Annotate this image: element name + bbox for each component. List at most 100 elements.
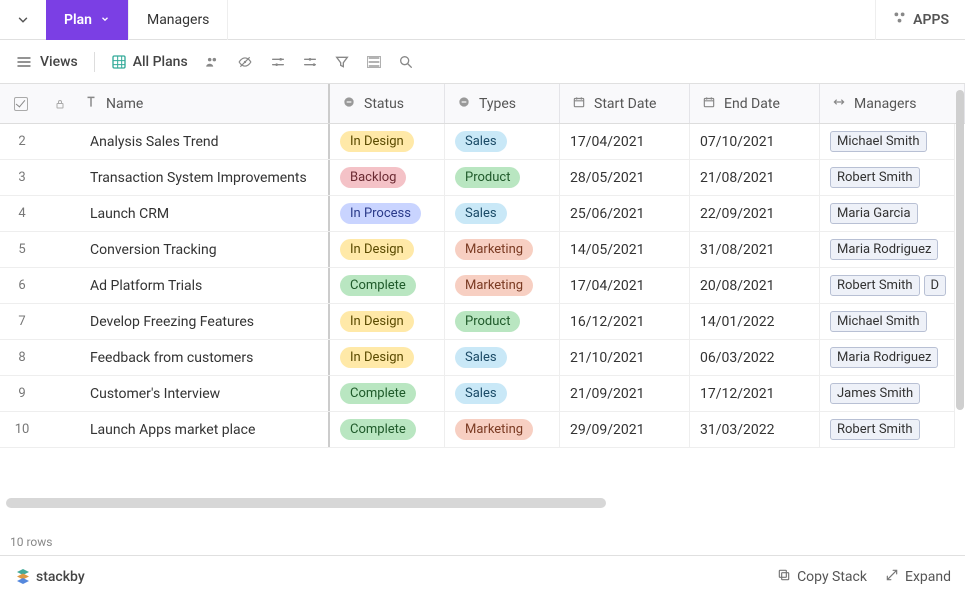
cell-name[interactable]: Develop Freezing Features xyxy=(80,314,328,330)
cell-managers[interactable]: James Smith xyxy=(820,376,955,411)
cell-startdate[interactable]: 25/06/2021 xyxy=(560,196,690,231)
expand-button[interactable]: Expand xyxy=(885,568,951,586)
cell-startdate[interactable]: 21/10/2021 xyxy=(560,340,690,375)
cell-status[interactable]: In Design xyxy=(330,124,445,159)
sliders-icon[interactable] xyxy=(270,54,286,70)
header-name[interactable]: Name xyxy=(106,96,143,112)
cell-enddate[interactable]: 06/03/2022 xyxy=(690,340,820,375)
cell-name[interactable]: Feedback from customers xyxy=(80,350,328,366)
manager-tag[interactable]: Robert Smith xyxy=(830,167,920,188)
manager-tag[interactable]: D xyxy=(924,275,947,296)
eye-off-icon[interactable] xyxy=(236,55,254,69)
people-icon[interactable] xyxy=(204,55,220,69)
manager-tag[interactable]: Maria Rodriguez xyxy=(830,239,938,260)
cell-managers[interactable]: Michael Smith xyxy=(820,304,955,339)
header-startdate[interactable]: Start Date xyxy=(560,84,690,123)
header-managers[interactable]: Managers xyxy=(820,84,965,123)
collapse-chevron[interactable] xyxy=(0,13,46,27)
table-row[interactable]: 2Analysis Sales TrendIn DesignSales17/04… xyxy=(0,124,955,160)
horizontal-scrollbar[interactable] xyxy=(6,498,606,508)
manager-tag[interactable]: Michael Smith xyxy=(830,311,927,332)
cell-startdate[interactable]: 14/05/2021 xyxy=(560,232,690,267)
table-row[interactable]: 4Launch CRMIn ProcessSales25/06/202122/0… xyxy=(0,196,955,232)
tab-managers[interactable]: Managers xyxy=(129,0,228,40)
cell-status[interactable]: Complete xyxy=(330,376,445,411)
manager-tag[interactable]: Robert Smith xyxy=(830,275,920,296)
cell-managers[interactable]: Maria Rodriguez xyxy=(820,232,955,267)
views-button[interactable]: Views xyxy=(16,54,78,70)
cell-type[interactable]: Sales xyxy=(445,196,560,231)
cell-name[interactable]: Conversion Tracking xyxy=(80,242,328,258)
cell-managers[interactable]: Maria Rodriguez xyxy=(820,340,955,375)
cell-name[interactable]: Analysis Sales Trend xyxy=(80,134,328,150)
cell-managers[interactable]: Michael Smith xyxy=(820,124,955,159)
cell-status[interactable]: In Design xyxy=(330,340,445,375)
header-types[interactable]: Types xyxy=(445,84,560,123)
brand-logo[interactable]: stackby xyxy=(14,566,85,588)
selectall-checkbox[interactable] xyxy=(0,97,43,111)
cell-managers[interactable]: Maria Garcia xyxy=(820,196,955,231)
cell-type[interactable]: Sales xyxy=(445,376,560,411)
manager-tag[interactable]: Maria Rodriguez xyxy=(830,347,938,368)
manager-tag[interactable]: James Smith xyxy=(830,383,920,404)
header-status[interactable]: Status xyxy=(330,84,445,123)
allplans-label: All Plans xyxy=(133,54,188,70)
cell-managers[interactable]: Robert Smith xyxy=(820,412,955,447)
cell-type[interactable]: Product xyxy=(445,160,560,195)
table-row[interactable]: 8Feedback from customersIn DesignSales21… xyxy=(0,340,955,376)
manager-tag[interactable]: Robert Smith xyxy=(830,419,920,440)
table-row[interactable]: 5Conversion TrackingIn DesignMarketing14… xyxy=(0,232,955,268)
table-row[interactable]: 10Launch Apps market placeCompleteMarket… xyxy=(0,412,955,448)
cell-startdate[interactable]: 21/09/2021 xyxy=(560,376,690,411)
cell-enddate[interactable]: 31/03/2022 xyxy=(690,412,820,447)
cell-startdate[interactable]: 28/05/2021 xyxy=(560,160,690,195)
cell-enddate[interactable]: 22/09/2021 xyxy=(690,196,820,231)
manager-tag[interactable]: Michael Smith xyxy=(830,131,927,152)
apps-button[interactable]: APPS xyxy=(875,0,965,40)
cell-managers[interactable]: Robert Smith xyxy=(820,160,955,195)
cell-startdate[interactable]: 29/09/2021 xyxy=(560,412,690,447)
cell-startdate[interactable]: 16/12/2021 xyxy=(560,304,690,339)
vertical-scrollbar[interactable] xyxy=(956,90,964,410)
cell-enddate[interactable]: 31/08/2021 xyxy=(690,232,820,267)
status-pill: In Design xyxy=(340,347,414,368)
copy-stack-button[interactable]: Copy Stack xyxy=(777,568,867,586)
cell-enddate[interactable]: 17/12/2021 xyxy=(690,376,820,411)
table-row[interactable]: 9Customer's InterviewCompleteSales21/09/… xyxy=(0,376,955,412)
cell-type[interactable]: Product xyxy=(445,304,560,339)
cell-type[interactable]: Marketing xyxy=(445,268,560,303)
cell-managers[interactable]: Robert SmithD xyxy=(820,268,955,303)
cell-type[interactable]: Sales xyxy=(445,124,560,159)
cell-enddate[interactable]: 07/10/2021 xyxy=(690,124,820,159)
cell-type[interactable]: Marketing xyxy=(445,232,560,267)
cell-type[interactable]: Marketing xyxy=(445,412,560,447)
table-row[interactable]: 6Ad Platform TrialsCompleteMarketing17/0… xyxy=(0,268,955,304)
cell-status[interactable]: Complete xyxy=(330,412,445,447)
cell-name[interactable]: Ad Platform Trials xyxy=(80,278,328,294)
table-row[interactable]: 3Transaction System ImprovementsBacklogP… xyxy=(0,160,955,196)
cell-enddate[interactable]: 21/08/2021 xyxy=(690,160,820,195)
cell-startdate[interactable]: 17/04/2021 xyxy=(560,268,690,303)
header-enddate[interactable]: End Date xyxy=(690,84,820,123)
cell-startdate[interactable]: 17/04/2021 xyxy=(560,124,690,159)
cell-enddate[interactable]: 14/01/2022 xyxy=(690,304,820,339)
search-icon[interactable] xyxy=(398,54,414,70)
cell-name[interactable]: Customer's Interview xyxy=(80,386,328,402)
cell-type[interactable]: Sales xyxy=(445,340,560,375)
cell-name[interactable]: Launch Apps market place xyxy=(80,422,328,438)
cell-status[interactable]: Backlog xyxy=(330,160,445,195)
cell-status[interactable]: In Process xyxy=(330,196,445,231)
tab-plan[interactable]: Plan xyxy=(46,0,129,40)
sliders2-icon[interactable] xyxy=(302,54,318,70)
cell-name[interactable]: Transaction System Improvements xyxy=(80,170,328,186)
cell-status[interactable]: Complete xyxy=(330,268,445,303)
cell-name[interactable]: Launch CRM xyxy=(80,206,328,222)
cell-status[interactable]: In Design xyxy=(330,304,445,339)
cell-enddate[interactable]: 20/08/2021 xyxy=(690,268,820,303)
rowheight-icon[interactable] xyxy=(366,54,382,70)
table-row[interactable]: 7Develop Freezing FeaturesIn DesignProdu… xyxy=(0,304,955,340)
manager-tag[interactable]: Maria Garcia xyxy=(830,203,918,224)
cell-status[interactable]: In Design xyxy=(330,232,445,267)
filter-icon[interactable] xyxy=(334,54,350,70)
allplans-view[interactable]: All Plans xyxy=(111,54,188,70)
